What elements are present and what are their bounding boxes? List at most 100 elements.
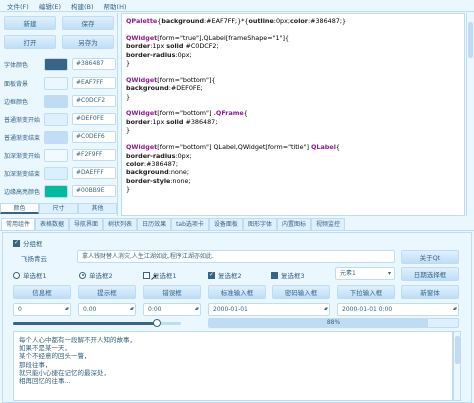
horizontal-slider[interactable]	[13, 319, 181, 327]
color-swatch[interactable]	[44, 57, 68, 71]
color-label: 边缘高亮颜色	[4, 188, 41, 196]
tab-table-data[interactable]: 表格数据	[35, 218, 70, 230]
radio-circle[interactable]	[13, 271, 20, 279]
color-label: 面板背景	[4, 80, 29, 88]
story-textarea[interactable]: 每个人心中都有一段解不开人知的故事， 如果不是某一天， 某个不经意的回头一瞥， …	[13, 331, 453, 401]
color-label: 普通渐变结束	[4, 134, 41, 142]
color-hex-field[interactable]: #DAEFFF	[72, 167, 116, 179]
password-input-button[interactable]: 密码输入框	[272, 285, 330, 299]
color-label: 边框颜色	[4, 98, 29, 106]
checkbox-box[interactable]: ✓	[208, 271, 215, 279]
about-qt-button[interactable]: 关于Qt	[401, 250, 459, 264]
datetime-edit[interactable]: 2000-01-01 0:00	[337, 303, 459, 316]
progress-bar: 88%	[208, 318, 459, 328]
code-line: color:#386487;	[126, 159, 178, 168]
dropdown-input-button[interactable]: 下拉输入框	[337, 285, 395, 299]
tab-navigation[interactable]: 导航界面	[69, 218, 104, 230]
color-row-border: 边框颜色 #C0DCF2	[4, 94, 116, 108]
checkbox-2-label: 复选框2	[218, 272, 242, 280]
tab-device-panel[interactable]: 设备面板	[208, 218, 243, 230]
label-name: 飞扬青云	[21, 255, 47, 263]
element-combo[interactable]: 元素1	[335, 267, 395, 280]
checkbox-1[interactable]: 复选框1	[143, 270, 177, 280]
code-line: QWidget[form="bottom"]{	[126, 75, 216, 84]
color-swatch[interactable]	[44, 94, 68, 108]
tab-size[interactable]: 尺寸	[39, 203, 78, 214]
code-line: }	[126, 126, 131, 135]
color-hex-field[interactable]: #386487	[72, 58, 116, 70]
color-label: 普通渐变开始	[4, 116, 41, 124]
groupbox-title: 分组框	[23, 240, 43, 248]
new-window-button[interactable]: 新窗体	[401, 285, 459, 299]
code-line: border-radius:0px;	[126, 50, 192, 59]
scrollbar-thumb[interactable]	[468, 22, 473, 58]
common-widgets-page: ✓ 分组框 飞扬青云 拿人钱财替人消灾,人生江湖如此,程序江湖亦如此. 关于Qt…	[2, 232, 472, 403]
checkbox-3[interactable]: 复选框3	[271, 270, 305, 280]
tab-builtin-icons[interactable]: 内置图标	[276, 218, 311, 230]
menu-edit[interactable]: 编辑(E)	[36, 1, 68, 11]
new-button[interactable]: 新建	[4, 16, 56, 30]
info-box-button[interactable]: 信息框	[13, 285, 71, 299]
checkbox-3-label: 复选框3	[281, 272, 305, 280]
color-swatch[interactable]	[44, 184, 68, 198]
code-line: }	[126, 185, 131, 194]
tab-other[interactable]: 其他	[78, 203, 117, 214]
groupbox-checkbox[interactable]: ✓	[13, 239, 20, 247]
color-hex-field[interactable]: #C0DCF2	[72, 95, 116, 107]
color-hex-field[interactable]: #DEF0FE	[72, 113, 116, 125]
checkbox-box[interactable]	[271, 271, 278, 279]
color-swatch[interactable]	[44, 130, 68, 144]
scrollbar-thumb[interactable]	[455, 336, 460, 364]
menu-file[interactable]: 文件(F)	[4, 1, 36, 11]
radio-circle[interactable]	[79, 271, 86, 279]
color-hex-field[interactable]: #EAF7FF	[72, 77, 116, 89]
slider-handle[interactable]	[153, 319, 162, 327]
tab-color[interactable]: 颜色	[0, 203, 39, 214]
checkbox-2[interactable]: ✓ 复选框2	[208, 270, 242, 280]
menu-build[interactable]: 构建(B)	[68, 1, 101, 11]
editor-scrollbar[interactable]	[466, 13, 474, 216]
code-line: }	[126, 92, 131, 101]
radio-2[interactable]: 单选框2	[79, 270, 113, 280]
code-line: border:1px solid #386487;	[126, 117, 218, 126]
date-picker-button[interactable]: 日期选择框	[401, 267, 459, 281]
color-swatch[interactable]	[44, 76, 68, 90]
color-hex-field[interactable]: #F2F9FF	[72, 149, 116, 161]
tab-calendar[interactable]: 日历效果	[137, 218, 172, 230]
open-button[interactable]: 打开	[4, 35, 56, 49]
save-button[interactable]: 保存	[62, 16, 114, 30]
color-panel: 新建 保存 打开 另存为 字体颜色 #386487 面板背景 #EAF7FF 边…	[0, 13, 118, 216]
color-row-panel-bg: 面板背景 #EAF7FF	[4, 76, 116, 90]
double-spinbox[interactable]: 0.00	[78, 303, 136, 316]
tab-tabwidget[interactable]: tab选项卡	[171, 218, 209, 230]
tip-box-button[interactable]: 提示框	[78, 285, 136, 299]
motto-input[interactable]: 拿人钱财替人消灾,人生江湖如此,程序江湖亦如此.	[77, 250, 395, 263]
radio-1-label: 单选框1	[23, 272, 47, 280]
int-spinbox[interactable]: 0	[13, 303, 71, 316]
error-box-button[interactable]: 错误框	[143, 285, 201, 299]
color-hex-field[interactable]: #C0DEF6	[72, 131, 116, 143]
color-swatch[interactable]	[44, 148, 68, 162]
color-swatch[interactable]	[44, 112, 68, 126]
tab-tree-list[interactable]: 树状列表	[103, 218, 138, 230]
tab-icon-font[interactable]: 图形字体	[242, 218, 277, 230]
tab-common-widgets[interactable]: 常用组件	[1, 218, 36, 230]
tab-video-monitor[interactable]: 视频监控	[310, 218, 345, 230]
menu-help[interactable]: 帮助(H)	[101, 1, 134, 11]
date-edit[interactable]: 2000-01-01	[208, 303, 330, 316]
slider-fill	[13, 322, 158, 325]
main-tab-bar: 常用组件 表格数据 导航界面 树状列表 日历效果 tab选项卡 设备面板 图形字…	[0, 218, 474, 231]
code-line: background:#DEF0FE;	[126, 84, 203, 93]
stylesheet-editor[interactable]: QPalette{background:#EAF7FF;}*{outline:0…	[121, 13, 465, 216]
save-as-button[interactable]: 另存为	[62, 35, 114, 49]
radio-1[interactable]: 单选框1	[13, 270, 47, 280]
time-edit[interactable]: 0:00	[143, 303, 201, 316]
groupbox-header[interactable]: ✓ 分组框	[13, 238, 43, 248]
color-swatch[interactable]	[44, 166, 68, 180]
color-hex-field[interactable]: #00BB9E	[72, 185, 116, 197]
checkbox-box[interactable]	[143, 271, 150, 279]
textarea-scrollbar[interactable]	[453, 331, 461, 401]
std-input-button[interactable]: 标准输入框	[208, 285, 266, 299]
